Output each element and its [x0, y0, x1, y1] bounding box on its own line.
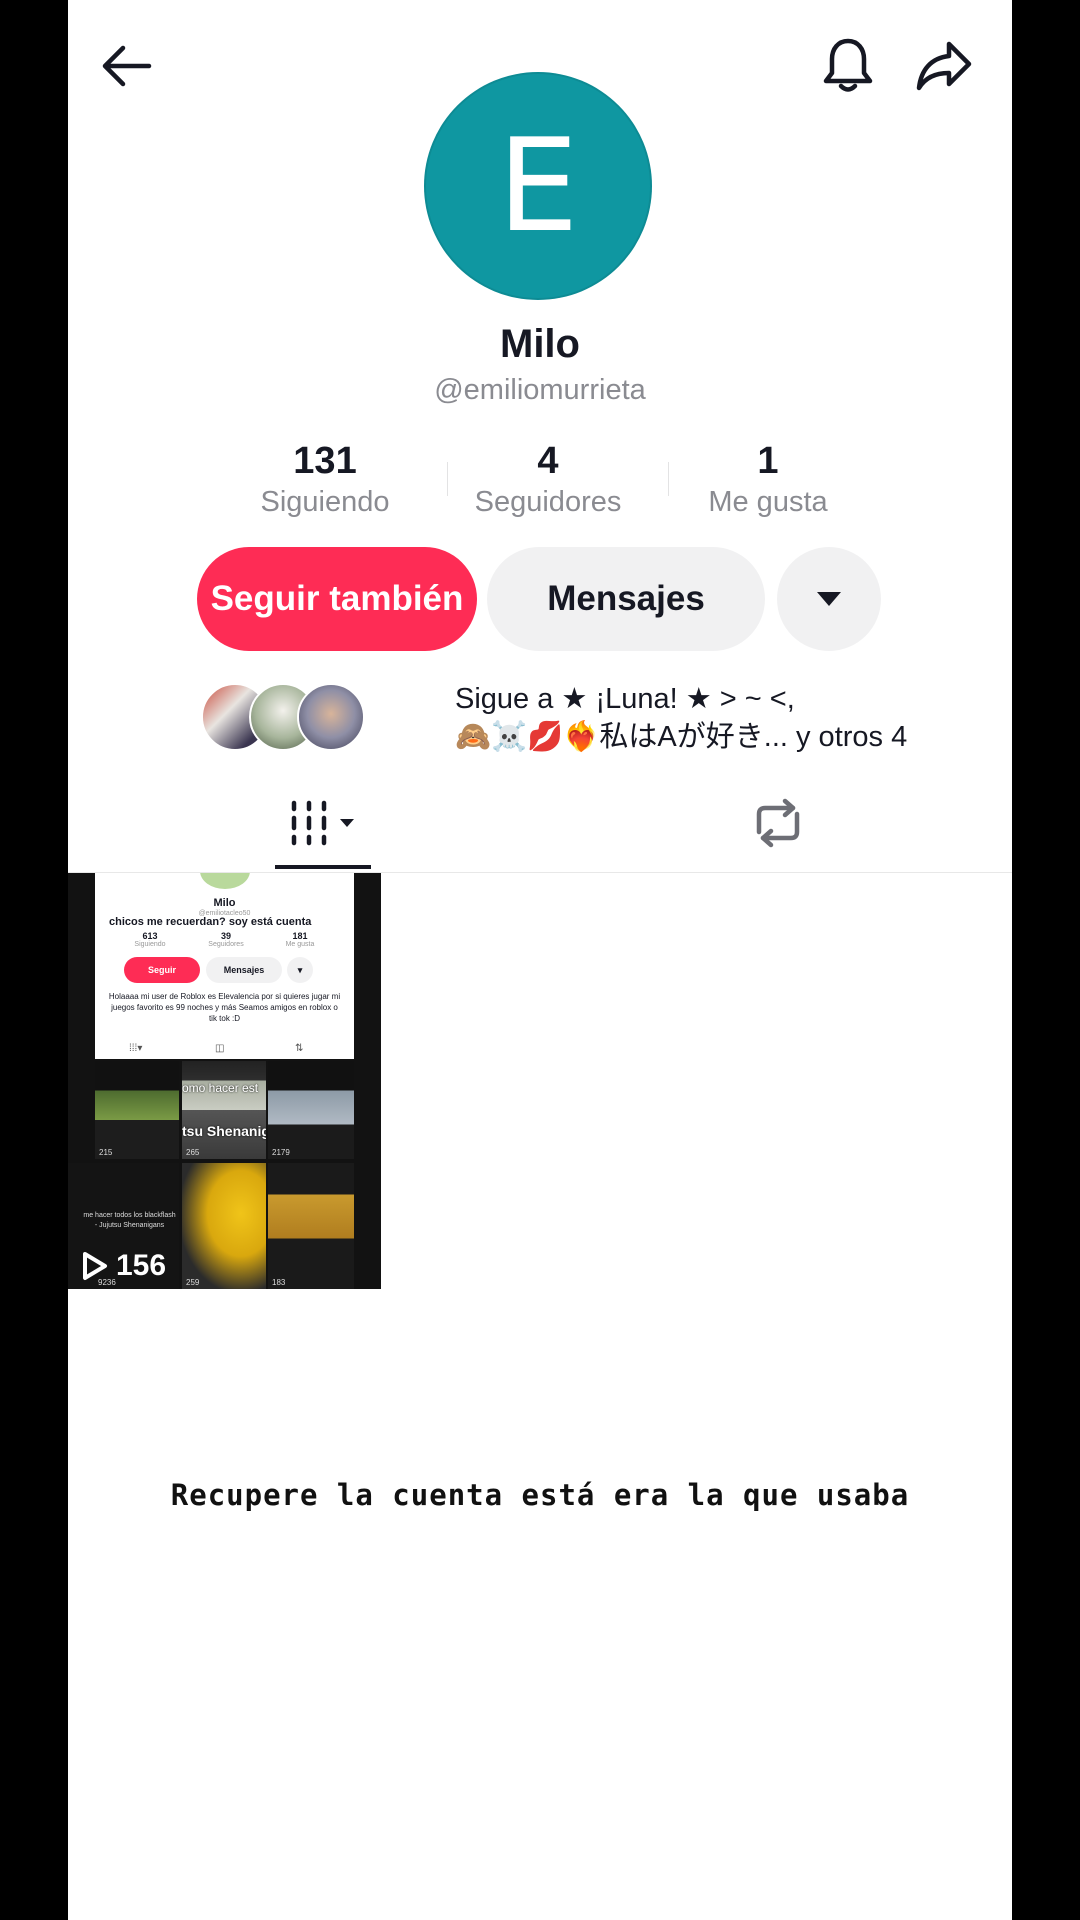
follow-back-button[interactable]: Seguir también [197, 547, 477, 651]
tab-reposts[interactable] [708, 788, 848, 858]
overlay-caption: Recupere la cuenta está era la que usaba [170, 1478, 910, 1512]
thumb-mini-bio: Holaaaa mi user de Roblox es Elevalencia… [108, 992, 341, 1023]
tab-videos[interactable] [218, 788, 428, 858]
active-tab-indicator [275, 865, 371, 869]
thumb-mini-stat-label: Me gusta [285, 941, 315, 948]
thumb-grid-cell: 2179 [268, 1061, 354, 1159]
more-options-button[interactable] [777, 547, 881, 651]
stat-following-label: Siguiendo [260, 486, 390, 518]
stat-followers-value: 4 [537, 440, 559, 482]
video-view-count: 156 [82, 1249, 166, 1283]
thumb-grid-count: 215 [99, 1148, 113, 1157]
thumb-grid-count: 259 [186, 1278, 200, 1287]
back-button[interactable] [98, 40, 154, 92]
thumb-mini-stat: 181 Me gusta [265, 931, 335, 948]
video-thumbnail[interactable]: Milo @emiliotacleo50 chicos me recuerdan… [68, 873, 381, 1289]
thumb-mini-stat-value: 181 [292, 931, 308, 941]
thumb-grid-count: 265 [186, 1148, 200, 1157]
stat-likes-value: 1 [757, 440, 779, 482]
thumb-mini-stat: 613 Siguiendo [115, 931, 185, 948]
back-arrow-icon [102, 45, 152, 87]
thumb-small-caption: me hacer todos los blackflash - Jujutsu … [83, 1212, 176, 1229]
profile-avatar[interactable]: E [424, 72, 652, 300]
thumb-caption: chicos me recuerdan? soy está cuenta [109, 916, 312, 928]
thumb-overlay-text-1: omo hacer est [182, 1081, 259, 1095]
thumb-grid-cell: omo hacer est tsu Shenanig 265 [182, 1061, 266, 1159]
thumb-overlay-text-2: tsu Shenanig [182, 1123, 266, 1139]
thumb-mini-more: ▾ [287, 957, 313, 983]
thumb-mini-stat-label: Siguiendo [134, 941, 166, 948]
thumb-mini-follow: Seguir [124, 957, 200, 983]
notification-button[interactable] [818, 34, 878, 96]
thumb-mini-sticker-icon: ◫ [215, 1043, 225, 1054]
thumb-mini-message: Mensajes [206, 957, 282, 983]
bell-icon [823, 38, 873, 92]
thumb-mini-stat: 39 Seguidores [191, 931, 261, 948]
stat-following-value: 131 [293, 440, 357, 482]
profile-name: Milo [500, 322, 580, 366]
thumb-grid-count: 183 [272, 1278, 286, 1287]
thumb-mini-grid-icon: ⁞⁞⁞▾ [129, 1043, 143, 1054]
thumb-mini-stat-label: Seguidores [208, 941, 244, 948]
suggested-accounts[interactable]: Sigue a ★ ¡Luna! ★ > ~ <, 🙈☠️💋❤️‍🔥私はAが好き… [201, 680, 961, 760]
grid-icon [291, 800, 354, 846]
stat-likes-label: Me gusta [708, 486, 828, 518]
thumb-mini-name: Milo [213, 897, 236, 909]
thumb-mini-avatar [200, 873, 250, 889]
thumb-grid-cell: 215 [95, 1061, 179, 1159]
repost-icon [756, 798, 800, 848]
message-button[interactable]: Mensajes [487, 547, 765, 651]
suggested-line-2: 🙈☠️💋❤️‍🔥私はAが好き... y otros 4 [455, 721, 908, 753]
content-tabs [68, 770, 1012, 873]
friend-avatar [297, 683, 365, 751]
stat-likes[interactable]: 1 Me gusta [668, 440, 868, 522]
thumb-mini-stat-value: 39 [220, 931, 231, 941]
stat-following[interactable]: 131 Siguiendo [225, 440, 425, 522]
caret-down-icon [817, 592, 841, 606]
thumb-profile-screenshot: Milo @emiliotacleo50 chicos me recuerdan… [95, 873, 354, 1059]
thumb-mini-stats: 613 Siguiendo 39 Seguidores 181 Me gusta [115, 931, 335, 955]
video-views: 156 [116, 1249, 167, 1282]
thumb-grid-cell: 259 [182, 1163, 266, 1289]
thumb-grid-count: 2179 [272, 1148, 290, 1157]
profile-handle: @emiliomurrieta [434, 374, 646, 406]
thumb-mini-tabs: ⁞⁞⁞▾ ◫ ⇅ [95, 1041, 354, 1059]
profile-screen: E Milo @emiliomurrieta 131 Siguiendo 4 S… [68, 0, 1012, 1920]
stat-followers[interactable]: 4 Seguidores [448, 440, 648, 522]
thumb-mini-stat-value: 613 [142, 931, 158, 941]
profile-stats: 131 Siguiendo 4 Seguidores 1 Me gusta [228, 440, 868, 520]
avatar-letter: E [497, 111, 579, 261]
thumb-mini-repost-icon: ⇅ [295, 1043, 304, 1054]
thumb-grid-cell: 183 [268, 1163, 354, 1289]
suggested-line-1: Sigue a ★ ¡Luna! ★ > ~ <, [455, 683, 795, 715]
share-button[interactable] [914, 38, 974, 94]
stat-followers-label: Seguidores [474, 486, 622, 518]
suggested-text: Sigue a ★ ¡Luna! ★ > ~ <, 🙈☠️💋❤️‍🔥私はAが好き… [455, 680, 975, 756]
play-icon [83, 1252, 107, 1280]
share-arrow-icon [916, 41, 972, 91]
